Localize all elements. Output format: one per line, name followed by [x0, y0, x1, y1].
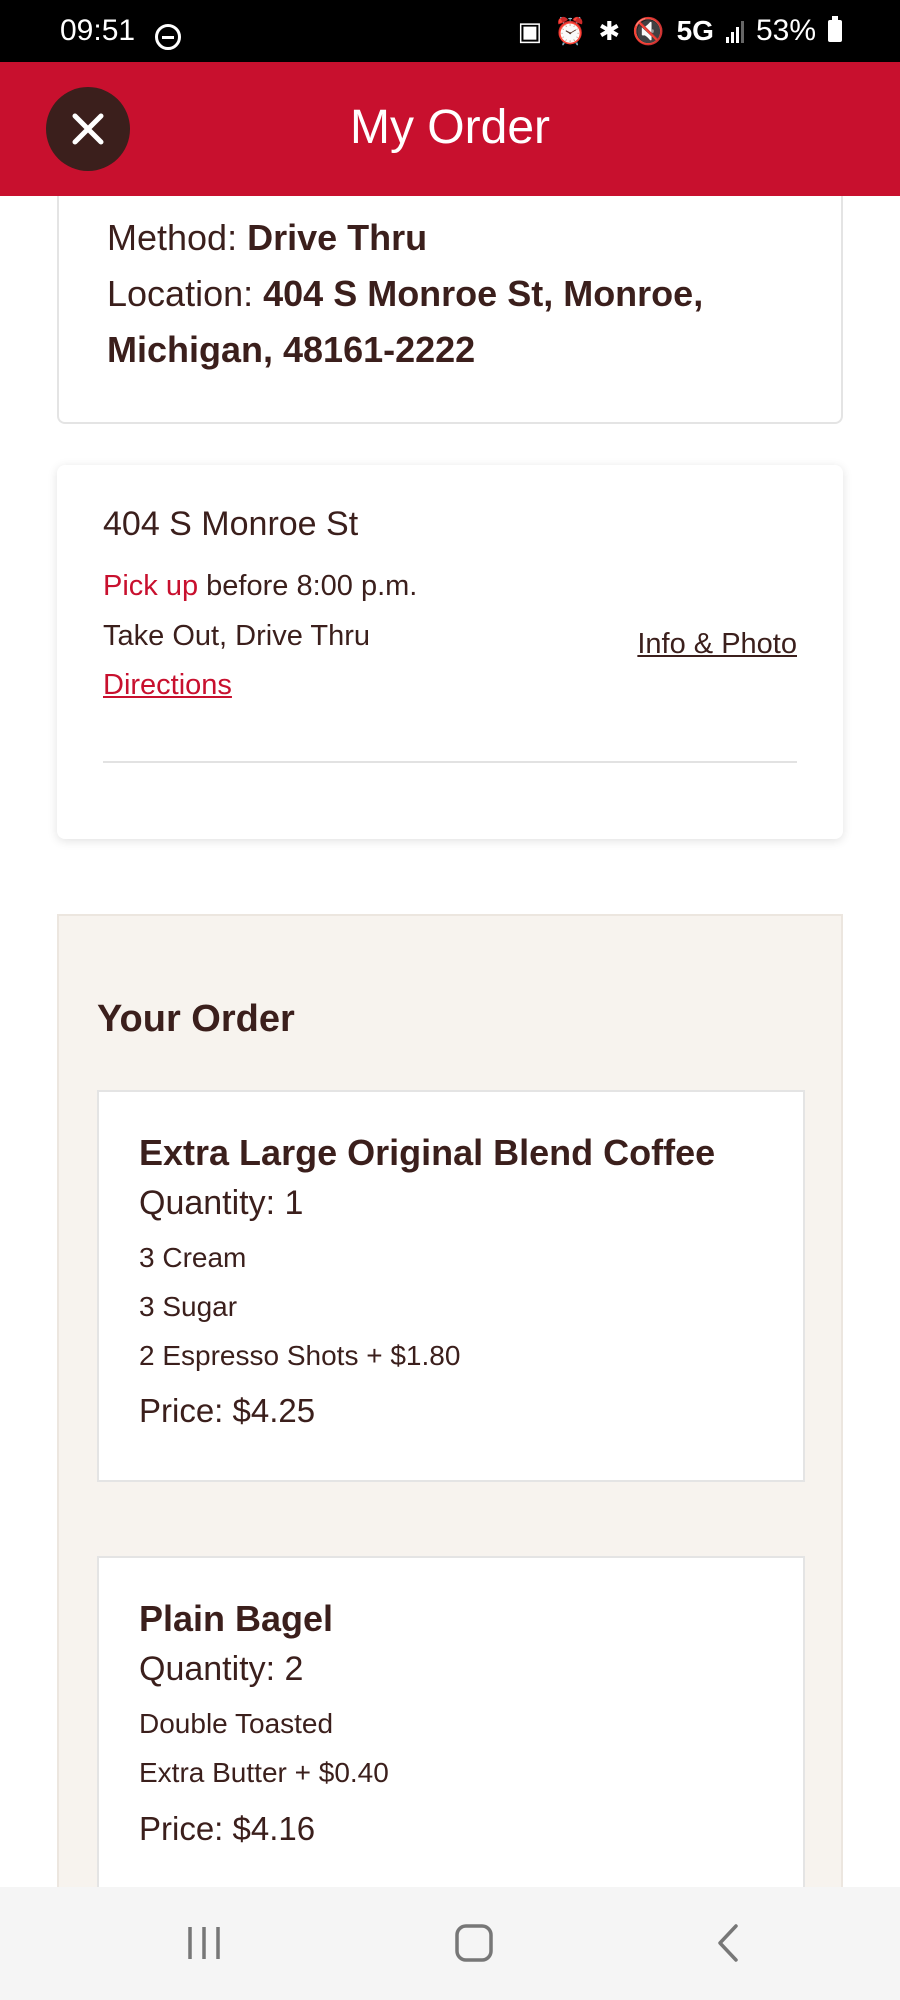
mute-icon: 🔇	[632, 15, 665, 46]
location-line-2: Michigan, 48161-2222	[107, 322, 475, 378]
order-item-card: Plain Bagel Quantity: 2 Double Toasted E…	[97, 1556, 805, 1896]
notification-icon: ▣	[517, 15, 543, 46]
network-type: 5G	[676, 15, 714, 46]
system-nav-bar	[0, 1887, 900, 2000]
item-quantity: Quantity: 1	[139, 1184, 304, 1222]
item-name: Plain Bagel	[139, 1598, 334, 1639]
store-name: 404 S Monroe St	[103, 505, 359, 543]
item-price: Price: $4.25	[139, 1392, 316, 1429]
recent-apps-button[interactable]	[144, 1887, 264, 2000]
location-label: Location:	[107, 273, 254, 314]
location-value: 404 S Monroe St, Monroe,	[263, 273, 704, 314]
page-title: My Order	[349, 101, 550, 154]
pickup-info: Pick up before 8:00 p.m.	[103, 570, 417, 603]
item-modifier: 3 Sugar	[139, 1291, 238, 1322]
status-bar: 09:51 ▣ ⏰ ✱ 🔇 5G 53%	[0, 0, 900, 62]
method-label: Method:	[107, 217, 238, 258]
status-icons: ▣ ⏰ ✱ 🔇 5G 53%	[517, 14, 842, 48]
do-not-disturb-icon	[155, 24, 181, 50]
battery-level: 53%	[755, 14, 816, 47]
pickup-time: before 8:00 p.m.	[206, 570, 418, 602]
status-time: 09:51	[60, 14, 136, 47]
item-quantity: Quantity: 2	[139, 1650, 304, 1688]
divider	[103, 761, 797, 763]
app-header: My Order	[0, 62, 900, 196]
directions-link[interactable]: Directions	[103, 669, 232, 702]
item-modifier: Extra Butter + $0.40	[139, 1757, 389, 1788]
item-price: Price: $4.16	[139, 1810, 316, 1847]
item-modifier: 2 Espresso Shots + $1.80	[139, 1340, 461, 1371]
back-icon	[718, 1924, 738, 1962]
item-name: Extra Large Original Blend Coffee	[139, 1132, 716, 1173]
item-modifier: 3 Cream	[139, 1242, 247, 1273]
your-order-section: Your Order Extra Large Original Blend Co…	[57, 914, 843, 1914]
alarm-icon: ⏰	[554, 15, 587, 46]
store-card: 404 S Monroe St Pick up before 8:00 p.m.…	[57, 465, 843, 839]
home-button[interactable]	[414, 1887, 534, 2000]
battery-icon	[828, 16, 842, 42]
location-line: Location: 404 S Monroe St, Monroe,	[107, 266, 703, 322]
method-value: Drive Thru	[247, 217, 428, 258]
back-button[interactable]	[668, 1887, 788, 2000]
bluetooth-icon: ✱	[598, 15, 621, 46]
order-method-card: Method: Drive Thru Location: 404 S Monro…	[57, 196, 843, 424]
your-order-heading: Your Order	[97, 998, 295, 1040]
location-value-cont: Michigan, 48161-2222	[107, 329, 476, 370]
signal-icon	[725, 19, 744, 43]
method-line: Method: Drive Thru	[107, 210, 427, 266]
store-services: Take Out, Drive Thru	[103, 620, 371, 652]
home-icon	[455, 1924, 493, 1962]
pickup-label: Pick up	[103, 570, 199, 602]
order-item-card: Extra Large Original Blend Coffee Quanti…	[97, 1090, 805, 1482]
item-modifier: Double Toasted	[139, 1708, 334, 1739]
info-photo-link[interactable]: Info & Photo	[637, 628, 797, 661]
recent-apps-icon	[188, 1927, 220, 1959]
